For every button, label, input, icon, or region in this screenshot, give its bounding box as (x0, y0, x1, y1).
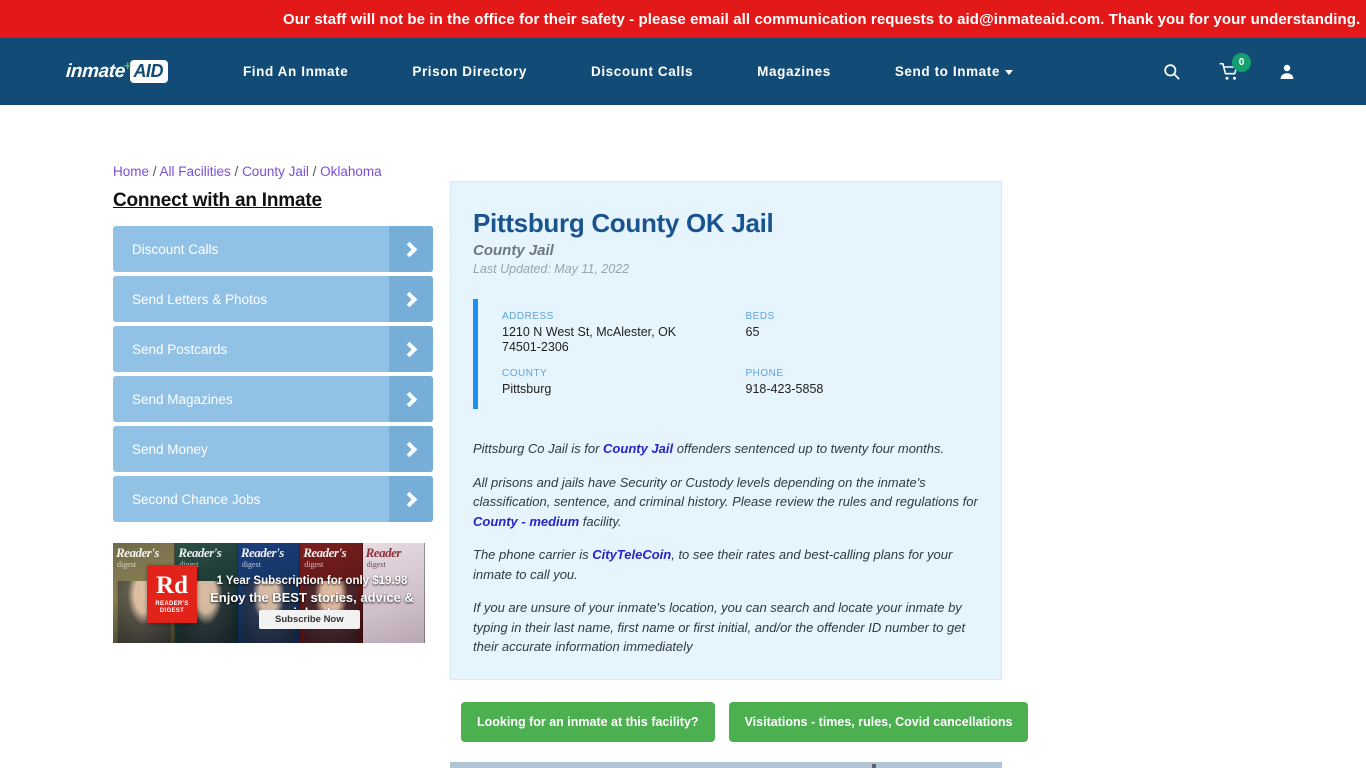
ad-brand-logo: Rd READER'S DIGEST (147, 565, 197, 623)
link-county-jail[interactable]: County Jail (603, 441, 673, 456)
cart-icon[interactable]: 0 (1219, 52, 1251, 82)
facility-card: Pittsburg County OK Jail County Jail Las… (450, 181, 1002, 680)
sidebar-item-label: Send Letters & Photos (132, 291, 268, 307)
info-field-phone: PHONE 918-423-5858 (746, 368, 980, 397)
paragraph-text-before: If you are unsure of your inmate's locat… (473, 600, 966, 654)
ad-brand-name: READER'S DIGEST (155, 600, 189, 614)
facility-type: County Jail (473, 242, 554, 259)
facility-paragraph: All prisons and jails have Security or C… (473, 473, 979, 532)
sidebar-item-send-magazines[interactable]: Send Magazines (113, 376, 433, 422)
facility-paragraph: If you are unsure of your inmate's locat… (473, 598, 979, 657)
logo-word-inmate: inmate (65, 60, 126, 82)
logo-plus-icon: + (123, 58, 132, 73)
sidebar-item-label: Send Postcards (132, 341, 228, 357)
paragraph-text-before: All prisons and jails have Security or C… (473, 474, 978, 510)
site-header: inmate + AID Find An Inmate Prison Direc… (0, 38, 1366, 105)
ad-cover-sub: digest (117, 560, 137, 569)
info-value-county: Pittsburg (502, 382, 552, 396)
advertisement-readers-digest[interactable]: Reader's digest Reader's digest Reader's… (113, 543, 425, 643)
sidebar-item-label: Send Magazines (132, 391, 233, 407)
nav-item-send-to-inmate-label: Send to Inmate (894, 64, 1000, 79)
site-logo[interactable]: inmate + AID (65, 58, 168, 84)
breadcrumb-separator: / (149, 164, 160, 179)
facility-paragraph: Pittsburg Co Jail is for County Jail off… (473, 439, 979, 459)
ad-cover-title: Reader's (303, 545, 347, 560)
nav-item-find-an-inmate[interactable]: Find An Inmate (243, 64, 380, 79)
sidebar-item-second-chance-jobs[interactable]: Second Chance Jobs (113, 476, 433, 522)
sidebar-item-discount-calls[interactable]: Discount Calls (113, 226, 433, 272)
sidebar-item-label: Discount Calls (132, 241, 219, 257)
chevron-down-icon (1005, 69, 1013, 75)
facility-paragraph: The phone carrier is CityTeleCoin, to se… (473, 545, 979, 584)
main-navigation: Find An Inmate Prison Directory Discount… (243, 64, 1045, 79)
search-icon[interactable] (1162, 62, 1181, 81)
breadcrumb: Home / All Facilities / County Jail / Ok… (113, 164, 382, 179)
nav-item-prison-directory[interactable]: Prison Directory (380, 64, 559, 79)
chevron-right-icon (389, 226, 433, 272)
visitations-button[interactable]: Visitations - times, rules, Covid cancel… (728, 701, 1029, 742)
info-label-address: ADDRESS (502, 311, 554, 322)
sidebar-title: Connect with an Inmate (113, 190, 322, 211)
ad-cover-title: Reader's (178, 545, 222, 560)
nav-item-magazines[interactable]: Magazines (725, 64, 863, 79)
sidebar-item-label: Second Chance Jobs (132, 491, 261, 507)
alert-message: Our staff will not be in the office for … (283, 10, 1361, 28)
facility-info-panel: ADDRESS 1210 N West St, McAlester, OK 74… (473, 299, 979, 409)
ad-cover-title: Reader (365, 545, 402, 560)
info-field-county: COUNTY Pittsburg (502, 368, 736, 397)
link-county-medium[interactable]: County - medium (473, 514, 579, 529)
paragraph-text-after: offenders sentenced up to twenty four mo… (673, 441, 945, 456)
sidebar: Connect with an Inmate Discount Calls Se… (113, 190, 433, 643)
info-label-county: COUNTY (502, 368, 548, 379)
page-title: Pittsburg County OK Jail (473, 208, 774, 238)
chevron-right-icon (389, 476, 433, 522)
info-value-beds: 65 (745, 325, 760, 339)
sidebar-item-label: Send Money (132, 441, 208, 457)
ad-cover-title: Reader's (116, 545, 159, 560)
facility-photo (450, 761, 1002, 768)
info-label-phone: PHONE (745, 368, 784, 379)
breadcrumb-separator: / (308, 164, 321, 179)
nav-item-send-to-inmate[interactable]: Send to Inmate (863, 64, 1045, 79)
chevron-right-icon (389, 426, 433, 472)
sidebar-item-send-money[interactable]: Send Money (113, 426, 433, 472)
ad-brand-initials: Rd (156, 571, 188, 599)
main-content: Pittsburg County OK Jail County Jail Las… (450, 181, 1029, 768)
ad-cover-sub: digest (241, 560, 261, 569)
breadcrumb-separator: / (230, 164, 243, 179)
ad-cover-title: Reader's (240, 545, 284, 560)
chevron-right-icon (389, 376, 433, 422)
find-inmate-button[interactable]: Looking for an inmate at this facility? (461, 701, 715, 742)
ad-subscribe-button[interactable]: Subscribe Now (259, 610, 360, 629)
ad-cover-sub: digest (304, 560, 324, 569)
facility-action-buttons: Looking for an inmate at this facility? … (450, 701, 1029, 742)
user-icon[interactable] (1278, 62, 1296, 81)
facility-description: Pittsburg Co Jail is for County Jail off… (473, 439, 979, 657)
sidebar-item-send-letters-photos[interactable]: Send Letters & Photos (113, 276, 433, 322)
cart-count-badge: 0 (1232, 52, 1251, 72)
breadcrumb-item-oklahoma[interactable]: Oklahoma (320, 164, 382, 179)
ad-headline: 1 Year Subscription for only $19.98 (216, 575, 408, 587)
paragraph-text-before: The phone carrier is (473, 547, 593, 562)
breadcrumb-item-county-jail[interactable]: County Jail (242, 164, 309, 179)
paragraph-text-after: facility. (579, 513, 622, 529)
facility-last-updated: Last Updated: May 11, 2022 (473, 262, 630, 276)
breadcrumb-item-home[interactable]: Home (113, 164, 149, 179)
sidebar-item-send-postcards[interactable]: Send Postcards (113, 326, 433, 372)
info-label-beds: BEDS (745, 311, 775, 322)
paragraph-text-before: Pittsburg Co Jail is for (473, 441, 604, 456)
nav-item-discount-calls[interactable]: Discount Calls (559, 64, 725, 79)
ad-cover-sub: digest (366, 560, 386, 569)
site-alert-banner: Our staff will not be in the office for … (0, 0, 1366, 38)
chevron-right-icon (389, 326, 433, 372)
info-field-beds: BEDS 65 (746, 311, 980, 355)
info-value-phone: 918-423-5858 (745, 382, 824, 396)
chevron-right-icon (389, 276, 433, 322)
link-citytelecoin[interactable]: CityTeleCoin (592, 547, 671, 562)
info-field-address: ADDRESS 1210 N West St, McAlester, OK 74… (502, 311, 736, 355)
logo-word-aid: AID (130, 60, 168, 83)
info-value-address: 1210 N West St, McAlester, OK 74501-2306 (502, 325, 677, 354)
breadcrumb-item-all-facilities[interactable]: All Facilities (160, 164, 231, 179)
header-icon-group: 0 (1162, 52, 1296, 82)
